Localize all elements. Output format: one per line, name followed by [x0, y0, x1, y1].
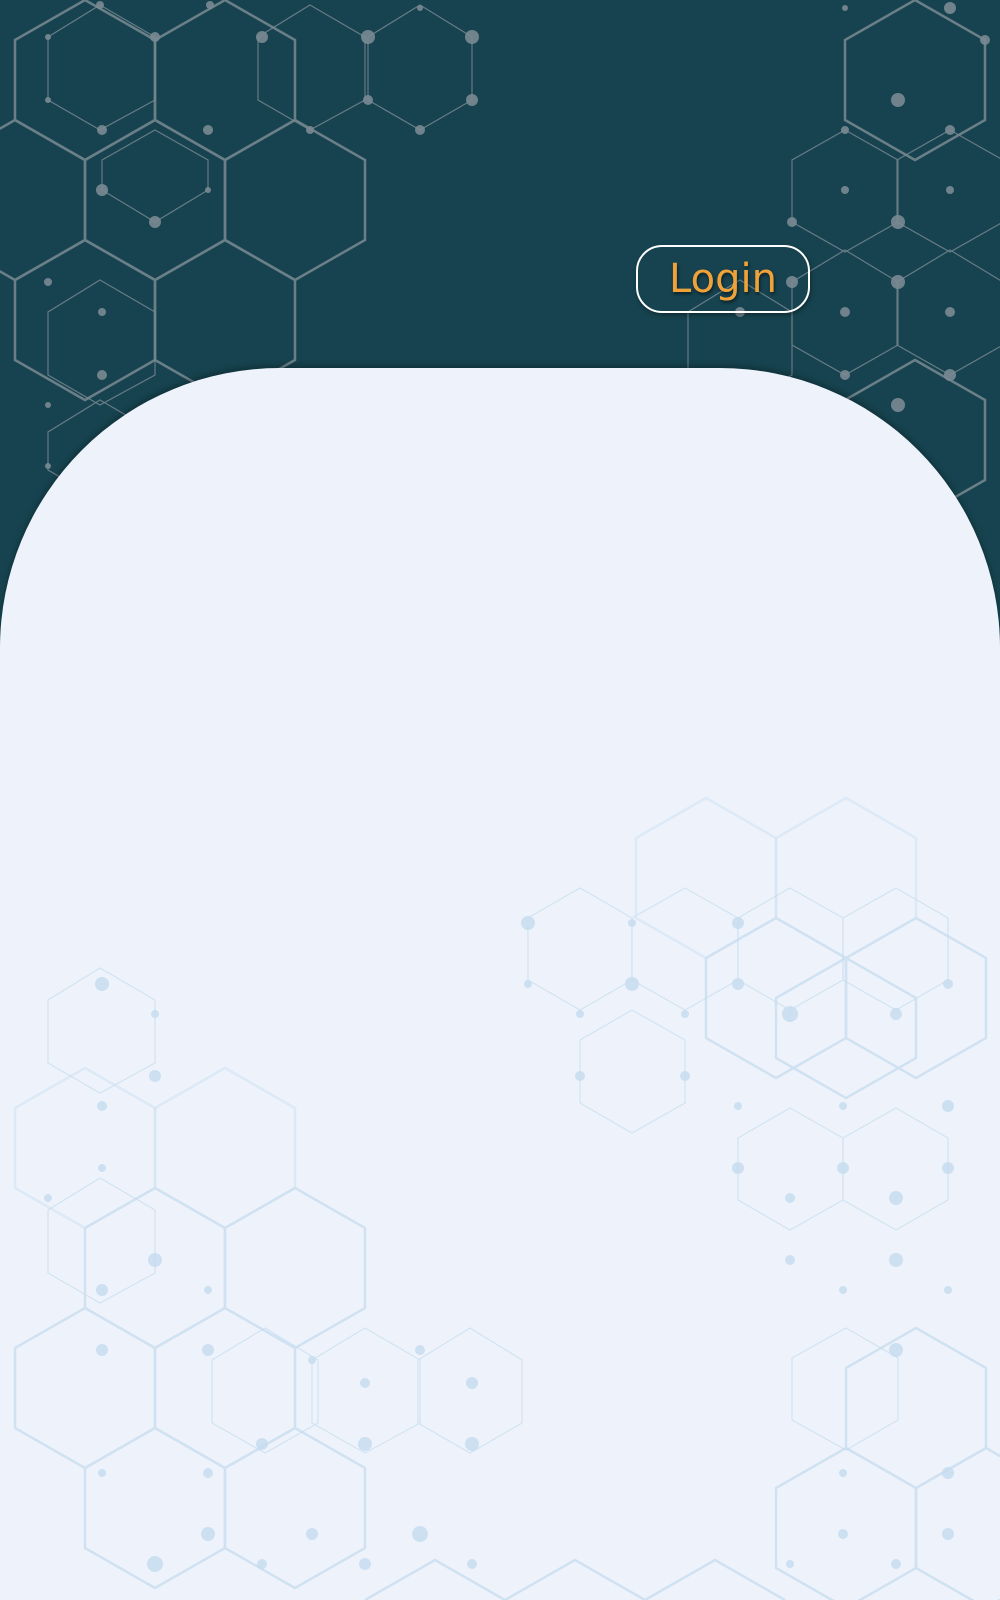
content-panel — [0, 368, 1000, 1600]
hexagon-network-pattern-panel — [13, 796, 1000, 1600]
login-button[interactable]: Login — [636, 245, 810, 313]
app-screen: Login — [0, 0, 1000, 1600]
